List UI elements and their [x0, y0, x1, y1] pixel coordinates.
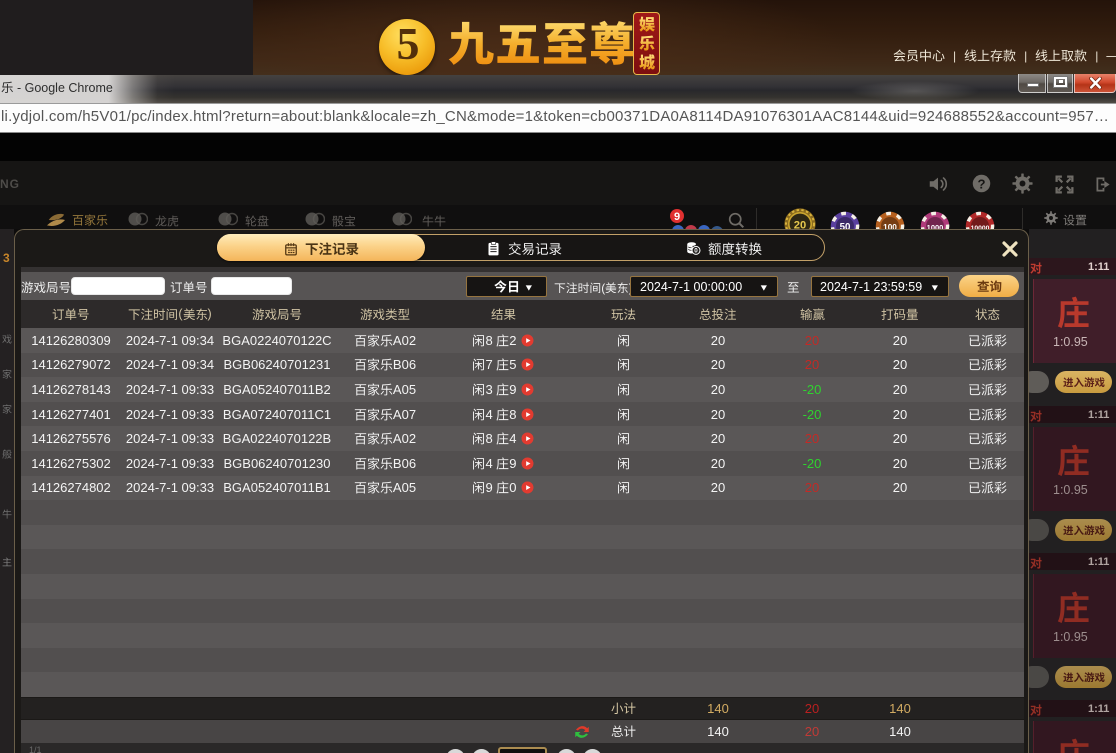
svg-text:9: 9: [674, 211, 680, 223]
svg-text:?: ?: [977, 176, 985, 191]
svg-text:0: 0: [694, 248, 698, 255]
